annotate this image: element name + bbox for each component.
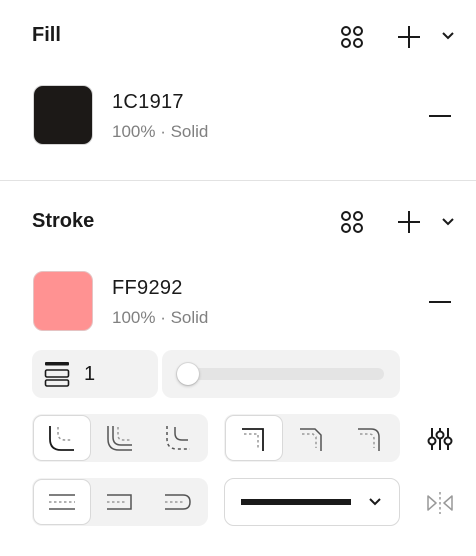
fill-color-meta: 100% · Solid bbox=[112, 122, 209, 141]
stroke-add-button[interactable] bbox=[394, 207, 424, 237]
stroke-color-swatch[interactable] bbox=[33, 271, 93, 331]
bevel-corner-icon bbox=[300, 428, 322, 451]
cap-round-option[interactable] bbox=[150, 480, 206, 524]
stroke-weight-icon bbox=[44, 362, 70, 387]
minus-icon bbox=[429, 115, 451, 117]
stroke-color-hex[interactable]: FF9292 bbox=[112, 277, 183, 300]
stroke-settings-button[interactable] bbox=[424, 424, 456, 454]
corner-miter-option[interactable] bbox=[226, 416, 282, 460]
stroke-weight-value[interactable]: 1 bbox=[84, 363, 95, 386]
mirror-button[interactable] bbox=[424, 488, 456, 518]
cap-square-option[interactable] bbox=[92, 480, 148, 524]
dashed-join-icon bbox=[166, 426, 190, 450]
square-cap-icon bbox=[107, 494, 132, 510]
join-bevel-option[interactable] bbox=[92, 416, 148, 460]
fill-expand-button[interactable] bbox=[438, 26, 458, 46]
join-round-option[interactable] bbox=[34, 416, 90, 460]
minus-icon bbox=[429, 301, 451, 303]
cap-butt-option[interactable] bbox=[34, 480, 90, 524]
slider-track[interactable] bbox=[178, 368, 384, 380]
chevron-down-icon bbox=[442, 218, 454, 226]
stroke-corner-group bbox=[224, 414, 400, 462]
chevron-down-icon bbox=[369, 498, 381, 506]
stroke-expand-button[interactable] bbox=[438, 212, 458, 232]
stroke-weight-field[interactable]: 1 bbox=[32, 350, 158, 398]
stroke-style-dropdown[interactable] bbox=[224, 478, 400, 526]
plus-icon bbox=[398, 211, 420, 233]
fill-color-hex[interactable]: 1C1917 bbox=[112, 91, 184, 114]
stroke-weight-slider[interactable] bbox=[162, 350, 400, 398]
join-dashed-option[interactable] bbox=[150, 416, 206, 460]
section-divider bbox=[0, 180, 476, 181]
stroke-join-group bbox=[32, 414, 208, 462]
miter-corner-icon bbox=[242, 428, 264, 451]
plus-icon bbox=[398, 26, 420, 48]
butt-cap-icon bbox=[49, 494, 75, 510]
corner-bevel-option[interactable] bbox=[284, 416, 340, 460]
chevron-down-icon bbox=[442, 32, 454, 40]
corner-round-option[interactable] bbox=[342, 416, 398, 460]
stroke-section-title: Stroke bbox=[32, 210, 95, 232]
fill-remove-button[interactable] bbox=[426, 104, 454, 128]
fill-section-title: Fill bbox=[32, 24, 61, 46]
mirror-icon bbox=[427, 492, 453, 514]
stroke-color-meta: 100% · Solid bbox=[112, 308, 209, 327]
fill-styles-button[interactable] bbox=[336, 22, 368, 52]
stroke-styles-button[interactable] bbox=[336, 207, 368, 237]
sliders-icon bbox=[427, 428, 453, 450]
round-cap-icon bbox=[165, 494, 191, 510]
fill-color-swatch[interactable] bbox=[33, 85, 93, 145]
grid-dots-icon bbox=[341, 211, 363, 233]
grid-dots-icon bbox=[341, 26, 363, 48]
fill-add-button[interactable] bbox=[394, 22, 424, 52]
round-corner-icon bbox=[358, 428, 380, 451]
solid-line-preview bbox=[241, 499, 351, 505]
bevel-join-icon bbox=[107, 426, 132, 451]
stroke-remove-button[interactable] bbox=[426, 290, 454, 314]
slider-thumb[interactable] bbox=[177, 363, 199, 385]
stroke-cap-group bbox=[32, 478, 208, 526]
round-join-icon bbox=[49, 426, 74, 451]
